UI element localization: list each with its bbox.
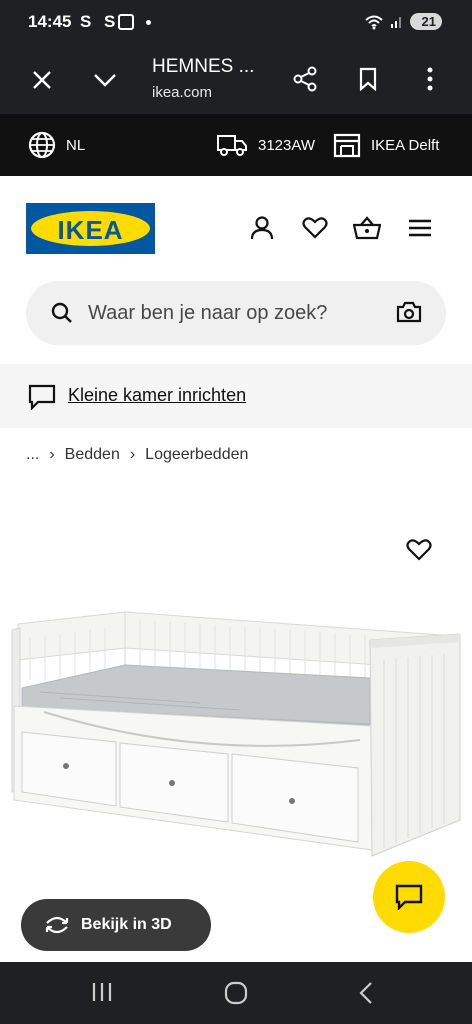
chat-support-button[interactable] xyxy=(373,861,445,933)
more-vertical-icon xyxy=(427,67,433,91)
signal-icon xyxy=(390,16,401,28)
breadcrumb-item[interactable]: Logeerbedden xyxy=(145,446,248,464)
store-info-bar: NL 3123AW IKEA Delft xyxy=(0,114,472,176)
search-bar[interactable] xyxy=(26,281,446,345)
camera-icon xyxy=(396,301,422,323)
language-label: NL xyxy=(66,136,86,154)
recent-apps-button[interactable] xyxy=(90,982,118,1004)
dot-icon xyxy=(146,20,151,25)
bookmark-button[interactable] xyxy=(354,64,382,94)
view-in-3d-label: Bekijk in 3D xyxy=(81,916,172,933)
account-button[interactable] xyxy=(248,214,276,242)
chevron-down-icon xyxy=(94,74,116,87)
search-input[interactable] xyxy=(88,281,388,345)
status-bar: 14:45 S S 21 xyxy=(0,0,472,46)
more-options-button[interactable] xyxy=(418,64,442,94)
language-selector[interactable]: NL xyxy=(28,114,85,176)
wifi-icon xyxy=(364,15,383,29)
status-time: 14:45 xyxy=(28,12,72,31)
daybed-product-image[interactable] xyxy=(0,600,472,870)
notification-icons: S S xyxy=(80,12,120,31)
view-in-3d-button[interactable]: Bekijk in 3D xyxy=(21,899,211,951)
rotate-3d-icon xyxy=(45,916,69,934)
breadcrumb-item[interactable]: Bedden xyxy=(65,446,120,464)
battery-indicator: 21 xyxy=(409,13,442,30)
chevron-right-icon: › xyxy=(129,446,136,463)
shopping-basket-icon xyxy=(353,216,381,240)
browser-toolbar: HEMNES ... ikea.com xyxy=(0,46,472,114)
favourites-button[interactable] xyxy=(301,214,329,242)
bookmark-icon xyxy=(359,67,377,91)
store-label: IKEA Delft xyxy=(371,136,440,154)
chat-bubble-icon xyxy=(28,384,56,410)
globe-icon xyxy=(28,131,56,159)
delivery-truck-icon xyxy=(217,135,247,156)
chat-icon xyxy=(395,884,423,910)
screenshot-icon xyxy=(118,14,134,30)
close-icon xyxy=(33,71,51,89)
chevron-right-icon: › xyxy=(49,446,55,463)
logo-text: IKEA xyxy=(57,215,124,245)
postcode-label: 3123AW xyxy=(258,136,315,154)
share-icon xyxy=(293,66,317,92)
home-button[interactable] xyxy=(224,981,250,1007)
page-url[interactable]: ikea.com xyxy=(152,84,212,101)
search-icon xyxy=(51,302,72,323)
promo-bar: Kleine kamer inrichten xyxy=(0,364,472,428)
visual-search-button[interactable] xyxy=(396,301,422,325)
heart-icon xyxy=(302,217,328,239)
close-tab-button[interactable] xyxy=(28,66,56,94)
page-title: HEMNES ... xyxy=(152,56,255,77)
heart-icon xyxy=(406,539,432,561)
store-selector[interactable]: IKEA Delft xyxy=(333,114,439,176)
home-circle-icon xyxy=(224,981,248,1005)
back-arrow-icon xyxy=(359,982,372,1004)
menu-button[interactable] xyxy=(406,214,434,242)
favourite-product-button[interactable] xyxy=(406,538,434,566)
collapse-button[interactable] xyxy=(90,66,120,94)
back-button[interactable] xyxy=(358,981,378,1007)
breadcrumb-ellipsis[interactable]: ... xyxy=(26,446,39,464)
postcode-selector[interactable]: 3123AW xyxy=(216,114,315,176)
share-button[interactable] xyxy=(290,64,320,94)
cart-button[interactable] xyxy=(353,214,381,242)
user-icon xyxy=(250,216,274,240)
promo-link[interactable]: Kleine kamer inrichten xyxy=(68,385,246,406)
recent-apps-icon xyxy=(92,983,112,1001)
ikea-logo[interactable]: IKEA xyxy=(26,203,155,254)
system-navigation-bar xyxy=(0,962,472,1024)
breadcrumb: ... › Bedden › Logeerbedden xyxy=(26,446,248,464)
hamburger-menu-icon xyxy=(409,219,431,237)
site-header: IKEA xyxy=(0,176,472,364)
store-icon xyxy=(333,133,361,158)
